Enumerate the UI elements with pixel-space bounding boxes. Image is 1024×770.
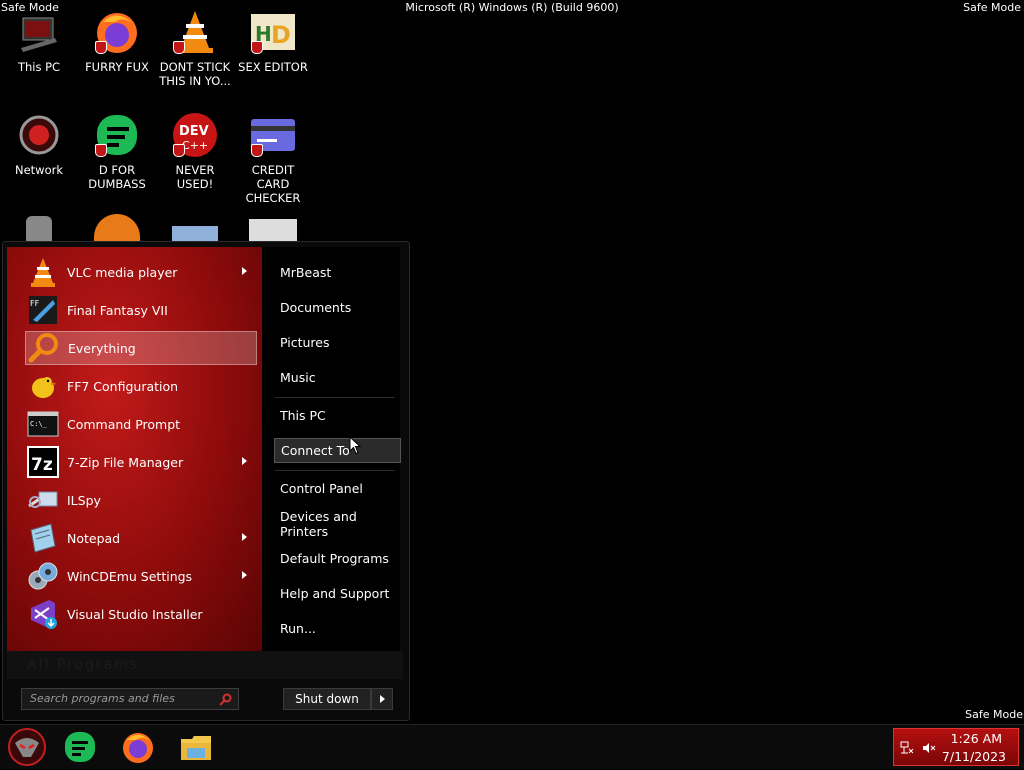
firefox-icon [123,733,153,763]
vlc-cone-icon [171,8,219,56]
clock-date[interactable]: 7/11/2023 [942,749,1006,764]
desktop-icon-this-pc[interactable]: This PC [1,8,77,74]
discord-icon [65,732,95,762]
desktop-icon-d-for-dumbass[interactable]: D FOR DUMBASS [79,111,155,191]
submenu-arrow-icon [242,571,247,579]
place-help-and-support[interactable]: Help and Support [280,586,395,601]
everything-search-icon [28,332,60,364]
program-wincdemu-settings[interactable]: WinCDEmu Settings [25,559,255,593]
network-icon [15,111,63,159]
places-separator [275,470,395,471]
wincdemu-icon [27,560,59,592]
desktop-icon-network[interactable]: Network [1,111,77,177]
all-programs-label: All Programs [27,657,140,673]
devcpp-icon: DEV C++ [171,111,219,159]
system-tray: 1:26 AM 7/11/2023 [893,728,1019,766]
program-7zip[interactable]: 7z 7-Zip File Manager [25,445,255,479]
desktop-icon-credit-card-checker[interactable]: CREDIT CARD CHECKER [235,111,311,205]
taskbar-firefox[interactable] [120,729,156,765]
vlc-icon [27,256,59,288]
program-vlc[interactable]: VLC media player [25,255,255,289]
start-search-box[interactable] [21,688,239,710]
cmd-icon: C:\_ [27,408,59,440]
program-notepad[interactable]: Notepad [25,521,255,555]
shutdown-options-button[interactable] [371,688,393,710]
place-mrbeast[interactable]: MrBeast [280,265,395,280]
credit-card-icon [249,111,297,159]
desktop-icon-dont-stick[interactable]: DONT STICK THIS IN YO... [157,8,233,88]
computer-icon [15,8,63,56]
partial-desktop-icon [94,214,140,242]
start-menu-programs-pane: VLC media player FF Final Fantasy VII Ev… [7,247,262,651]
ilspy-icon [27,484,59,516]
taskbar: 1:26 AM 7/11/2023 [0,724,1024,769]
program-ilspy[interactable]: ILSpy [25,483,255,517]
start-menu-places-pane: MrBeast Documents Pictures Music This PC… [262,247,401,651]
vs-installer-icon [27,598,59,630]
safe-mode-label-bottom-right: Safe Mode [965,708,1023,721]
places-separator [275,397,395,398]
svg-text:C:\_: C:\_ [30,420,48,428]
start-menu: VLC media player FF Final Fantasy VII Ev… [2,241,410,721]
svg-text:C++: C++ [182,139,208,152]
submenu-arrow-icon [242,457,247,465]
safe-mode-label-top-right: Safe Mode [963,1,1021,14]
taskbar-discord[interactable] [62,729,98,765]
network-status-icon[interactable] [900,741,914,755]
all-programs-button[interactable]: All Programs [7,651,403,679]
program-final-fantasy-vii[interactable]: FF Final Fantasy VII [25,293,255,327]
svg-text:D: D [271,21,291,49]
search-icon[interactable] [219,693,232,706]
desktop-icon-sex-editor[interactable]: HD SEX EDITOR [235,8,311,74]
place-control-panel[interactable]: Control Panel [280,481,395,496]
place-pictures[interactable]: Pictures [280,335,395,350]
place-documents[interactable]: Documents [280,300,395,315]
7zip-icon: 7z [27,446,59,478]
firefox-icon [93,8,141,56]
partial-desktop-icon [26,216,52,242]
discord-icon [93,111,141,159]
place-run[interactable]: Run... [280,621,395,636]
svg-text:DEV: DEV [179,124,209,139]
program-ff7-configuration[interactable]: FF7 Configuration [25,369,255,403]
place-connect-to[interactable]: Connect To [274,438,401,463]
search-input[interactable] [30,689,210,707]
submenu-arrow-icon [242,267,247,275]
place-default-programs[interactable]: Default Programs [280,551,395,566]
place-music[interactable]: Music [280,370,395,385]
shutdown-button[interactable]: Shut down [283,688,371,710]
place-devices-and-printers[interactable]: Devices and Printers [280,509,395,539]
desktop-icon-never-used[interactable]: DEV C++ NEVER USED! [157,111,233,191]
file-explorer-icon [181,736,211,760]
place-this-pc[interactable]: This PC [280,408,395,423]
svg-text:FF: FF [30,299,40,308]
partial-desktop-icon [249,219,297,242]
start-orb-icon [8,728,46,766]
taskbar-file-explorer[interactable] [178,729,214,765]
program-command-prompt[interactable]: C:\_ Command Prompt [25,407,255,441]
notepad-icon [27,522,59,554]
ff7-icon: FF [27,294,59,326]
chevron-right-icon [380,695,385,703]
volume-muted-icon[interactable] [922,741,936,755]
desktop-icon-furry-fux[interactable]: FURRY FUX [79,8,155,74]
submenu-arrow-icon [242,533,247,541]
clock-time[interactable]: 1:26 AM [951,731,1002,746]
chocobo-icon [27,370,59,402]
partial-desktop-icon [172,226,218,242]
program-everything[interactable]: Everything [25,331,257,365]
start-button[interactable] [7,727,47,767]
mouse-cursor-icon [349,436,361,455]
hxd-icon: HD [249,8,297,56]
svg-text:7z: 7z [31,455,53,475]
program-visual-studio-installer[interactable]: Visual Studio Installer [25,597,255,631]
